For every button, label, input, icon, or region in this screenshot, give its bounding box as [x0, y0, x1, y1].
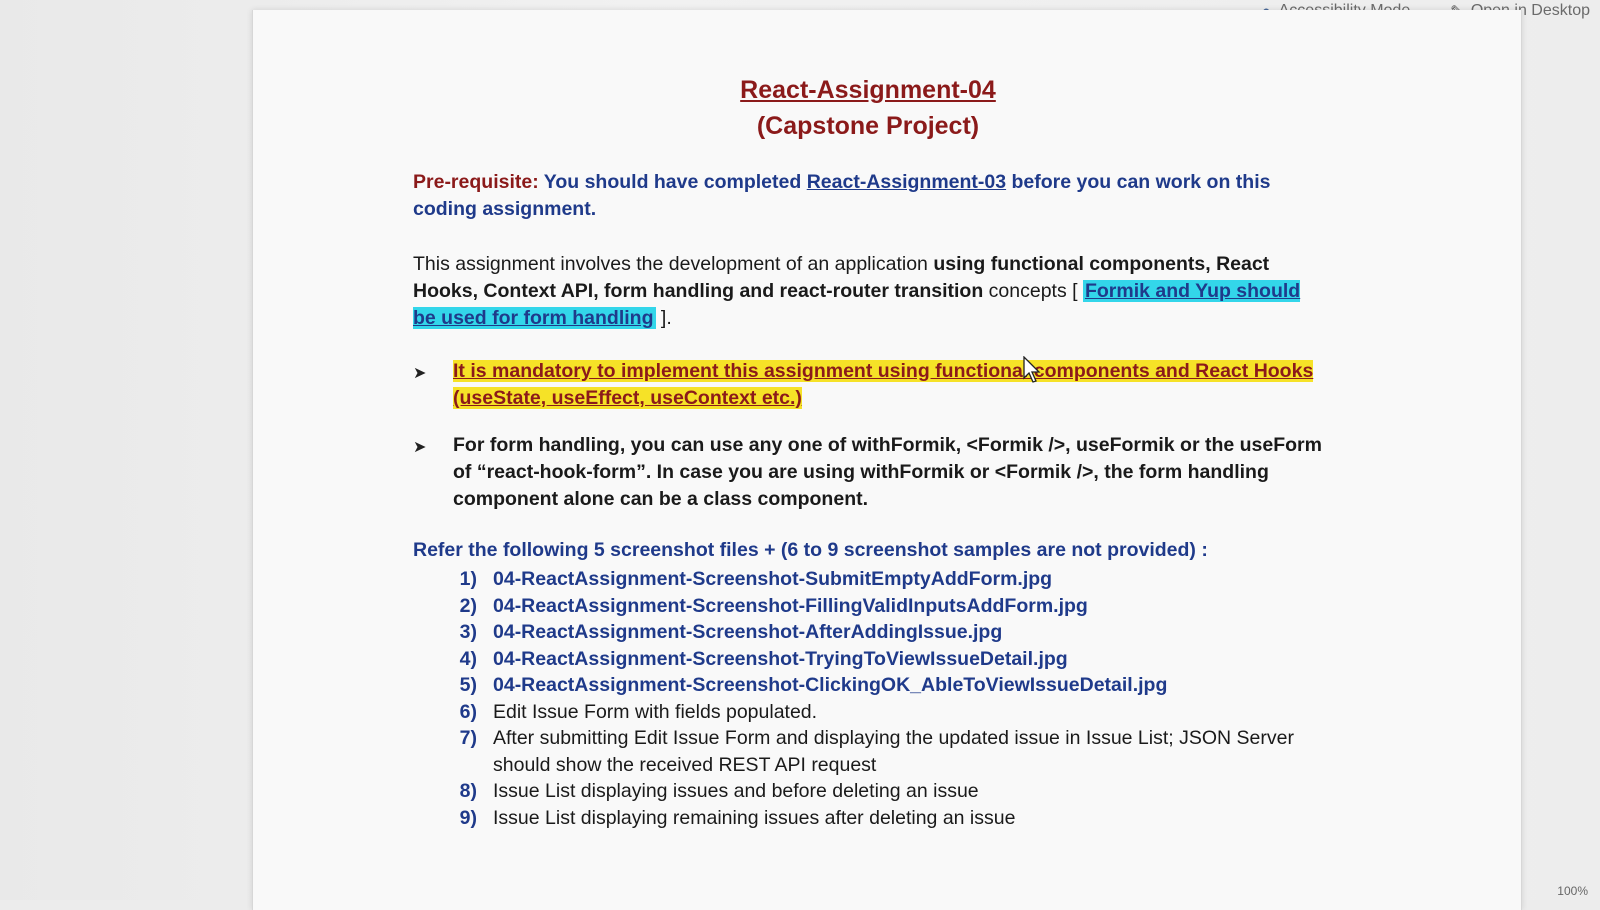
list-number: 8)	[459, 780, 477, 802]
list-text: Issue List displaying remaining issues a…	[493, 806, 1016, 829]
list-item: 1) 04-ReactAssignment-Screenshot-SubmitE…	[453, 566, 1323, 593]
list-text: 04-ReactAssignment-Screenshot-AfterAddin…	[493, 621, 1003, 643]
prereq-label: Pre-requisite:	[413, 171, 539, 193]
list-text: Issue List displaying issues and before …	[493, 780, 979, 802]
intro-paragraph: This assignment involves the development…	[413, 251, 1323, 332]
doc-title: React-Assignment-04	[740, 76, 996, 104]
intro-plain-2: concepts [	[983, 280, 1083, 302]
list-text: After submitting Edit Issue Form and dis…	[493, 727, 1294, 776]
list-text: Edit Issue Form with fields populated.	[493, 700, 818, 723]
list-number: 2)	[459, 594, 477, 617]
screenshot-list: 1) 04-ReactAssignment-Screenshot-SubmitE…	[413, 566, 1323, 831]
list-number: 5)	[459, 674, 477, 696]
form-handling-text: For form handling, you can use any one o…	[453, 434, 1322, 510]
document-body: React-Assignment-04 (Capstone Project) P…	[413, 74, 1323, 831]
mandatory-highlight: It is mandatory to implement this assign…	[453, 360, 1314, 409]
bullet-form-handling: ➤ For form handling, you can use any one…	[413, 432, 1323, 513]
list-text: 04-ReactAssignment-Screenshot-SubmitEmpt…	[493, 568, 1053, 590]
list-number: 7)	[459, 727, 477, 749]
list-item: 4) 04-ReactAssignment-Screenshot-TryingT…	[453, 646, 1323, 673]
arrow-bullet-icon: ➤	[413, 365, 427, 382]
status-bar: 100%	[0, 882, 1600, 900]
list-item: 8) Issue List displaying issues and befo…	[453, 778, 1323, 805]
doc-subtitle: (Capstone Project)	[756, 112, 980, 140]
list-item: 6) Edit Issue Form with fields populated…	[453, 699, 1323, 726]
list-item: 3) 04-ReactAssignment-Screenshot-AfterAd…	[453, 619, 1323, 646]
prereq-link[interactable]: React-Assignment-03	[807, 171, 1006, 193]
intro-plain-1: This assignment involves the development…	[413, 253, 934, 275]
list-text: 04-ReactAssignment-Screenshot-ClickingOK…	[493, 674, 1168, 696]
document-page: React-Assignment-04 (Capstone Project) P…	[252, 10, 1522, 910]
bullet-mandatory: ➤ It is mandatory to implement this assi…	[413, 358, 1323, 412]
arrow-bullet-icon: ➤	[413, 439, 427, 456]
list-item: 9) Issue List displaying remaining issue…	[453, 805, 1323, 832]
title-block: React-Assignment-04 (Capstone Project)	[413, 74, 1323, 145]
list-item: 7) After submitting Edit Issue Form and …	[453, 725, 1323, 778]
list-number: 9)	[459, 806, 477, 829]
prereq-text-before: You should have completed	[538, 171, 807, 193]
refer-heading: Refer the following 5 screenshot files +…	[413, 539, 1208, 561]
zoom-level[interactable]: 100%	[1557, 884, 1588, 898]
list-number: 4)	[459, 647, 477, 670]
list-item: 5) 04-ReactAssignment-Screenshot-Clickin…	[453, 672, 1323, 699]
list-item: 2) 04-ReactAssignment-Screenshot-Filling…	[453, 593, 1323, 620]
list-text: 04-ReactAssignment-Screenshot-FillingVal…	[493, 594, 1088, 617]
list-number: 3)	[459, 621, 477, 643]
prerequisite-paragraph: Pre-requisite: You should have completed…	[413, 169, 1323, 223]
intro-end: ].	[655, 307, 672, 329]
list-text: 04-ReactAssignment-Screenshot-TryingToVi…	[493, 647, 1068, 670]
list-number: 6)	[459, 700, 477, 723]
list-number: 1)	[459, 568, 477, 590]
